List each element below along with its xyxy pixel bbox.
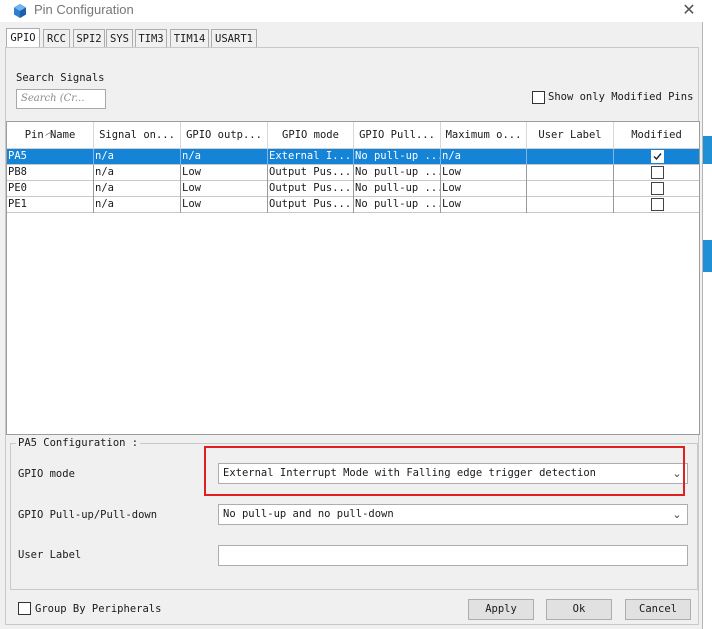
table-row[interactable]: PE0 n/a Low Output Pus... No pull-up ...… [7, 181, 699, 197]
tab-rcc[interactable]: RCC [43, 29, 70, 48]
title-bar: Pin Configuration ✕ [0, 0, 703, 22]
pin-config-title: PA5 Configuration : [16, 437, 141, 449]
search-signals-label: Search Signals [16, 72, 105, 84]
gpio-output-cell: Low [181, 165, 268, 181]
close-button[interactable]: ✕ [676, 0, 702, 22]
group-by-peripherals-label: Group By Peripherals [35, 603, 162, 615]
background-window-fragment [703, 240, 712, 272]
sort-up-icon: ︿ [45, 128, 55, 138]
gpio-pull-label: GPIO Pull-up/Pull-down [18, 509, 158, 521]
maximum-cell: Low [441, 181, 527, 197]
search-input[interactable]: Search (Cr... [16, 89, 106, 109]
column-header-gpio-pull[interactable]: GPIO Pull... [354, 122, 441, 149]
annotation-highlight-box [204, 446, 685, 496]
maximum-cell: Low [441, 197, 527, 213]
pin-configuration-dialog: Pin Configuration ✕ GPIO RCC SPI2 SYS TI… [0, 0, 703, 629]
user-label-label: User Label [18, 549, 82, 561]
user-label-input[interactable] [218, 545, 688, 566]
table-row[interactable]: PB8 n/a Low Output Pus... No pull-up ...… [7, 165, 699, 181]
column-header-user-label[interactable]: User Label [527, 122, 614, 149]
tab-usart1[interactable]: USART1 [211, 29, 257, 48]
show-modified-label: Show only Modified Pins [548, 91, 694, 103]
user-label-cell [527, 181, 614, 197]
gpio-mode-cell: External I... [268, 149, 354, 165]
gpio-pull-select[interactable]: No pull-up and no pull-down ⌄ [218, 504, 688, 525]
pin-table: ︿ Pin Name Signal on... GPIO outp... GPI… [6, 121, 700, 435]
column-header-gpio-mode[interactable]: GPIO mode [268, 122, 354, 149]
maximum-cell: n/a [441, 149, 527, 165]
gpio-pull-cell: No pull-up ... [354, 181, 441, 197]
cube-icon [14, 4, 26, 18]
column-header-maximum[interactable]: Maximum o... [441, 122, 527, 149]
tab-tim3[interactable]: TIM3 [135, 29, 167, 48]
pin-name-cell: PE0 [7, 181, 94, 197]
column-header-modified[interactable]: Modified [614, 122, 699, 149]
column-header-gpio-output[interactable]: GPIO outp... [181, 122, 268, 149]
modified-checkbox[interactable] [651, 166, 664, 179]
gpio-mode-label: GPIO mode [18, 468, 75, 480]
modified-checkbox[interactable] [651, 150, 664, 163]
user-label-cell [527, 149, 614, 165]
signal-cell: n/a [94, 165, 181, 181]
pin-name-cell: PA5 [7, 149, 94, 165]
maximum-cell: Low [441, 165, 527, 181]
column-header-pin-name[interactable]: ︿ Pin Name [7, 122, 94, 149]
checkmark-icon [653, 153, 662, 161]
group-by-peripherals-checkbox[interactable] [18, 602, 31, 615]
gpio-output-cell: Low [181, 181, 268, 197]
gpio-pull-cell: No pull-up ... [354, 165, 441, 181]
pin-name-cell: PE1 [7, 197, 94, 213]
signal-cell: n/a [94, 197, 181, 213]
chevron-down-icon: ⌄ [672, 508, 682, 521]
user-label-cell [527, 165, 614, 181]
tab-gpio[interactable]: GPIO [6, 28, 40, 49]
signal-cell: n/a [94, 149, 181, 165]
window-title: Pin Configuration [34, 2, 134, 17]
gpio-output-cell: n/a [181, 149, 268, 165]
gpio-mode-cell: Output Pus... [268, 197, 354, 213]
tab-tim14[interactable]: TIM14 [170, 29, 209, 48]
pin-name-cell: PB8 [7, 165, 94, 181]
apply-button[interactable]: Apply [468, 599, 534, 620]
table-row[interactable]: PA5 n/a n/a External I... No pull-up ...… [7, 149, 699, 165]
modified-checkbox[interactable] [651, 182, 664, 195]
table-header: ︿ Pin Name Signal on... GPIO outp... GPI… [7, 122, 699, 149]
modified-checkbox[interactable] [651, 198, 664, 211]
table-row[interactable]: PE1 n/a Low Output Pus... No pull-up ...… [7, 197, 699, 213]
gpio-output-cell: Low [181, 197, 268, 213]
tab-sys[interactable]: SYS [106, 29, 133, 48]
gpio-mode-cell: Output Pus... [268, 165, 354, 181]
signal-cell: n/a [94, 181, 181, 197]
gpio-pull-cell: No pull-up ... [354, 149, 441, 165]
gpio-pull-cell: No pull-up ... [354, 197, 441, 213]
cancel-button[interactable]: Cancel [625, 599, 691, 620]
user-label-cell [527, 197, 614, 213]
gpio-mode-cell: Output Pus... [268, 181, 354, 197]
show-modified-checkbox[interactable] [532, 91, 545, 104]
column-header-signal[interactable]: Signal on... [94, 122, 181, 149]
ok-button[interactable]: Ok [546, 599, 612, 620]
tab-spi2[interactable]: SPI2 [73, 29, 105, 48]
background-window-fragment [703, 136, 712, 164]
